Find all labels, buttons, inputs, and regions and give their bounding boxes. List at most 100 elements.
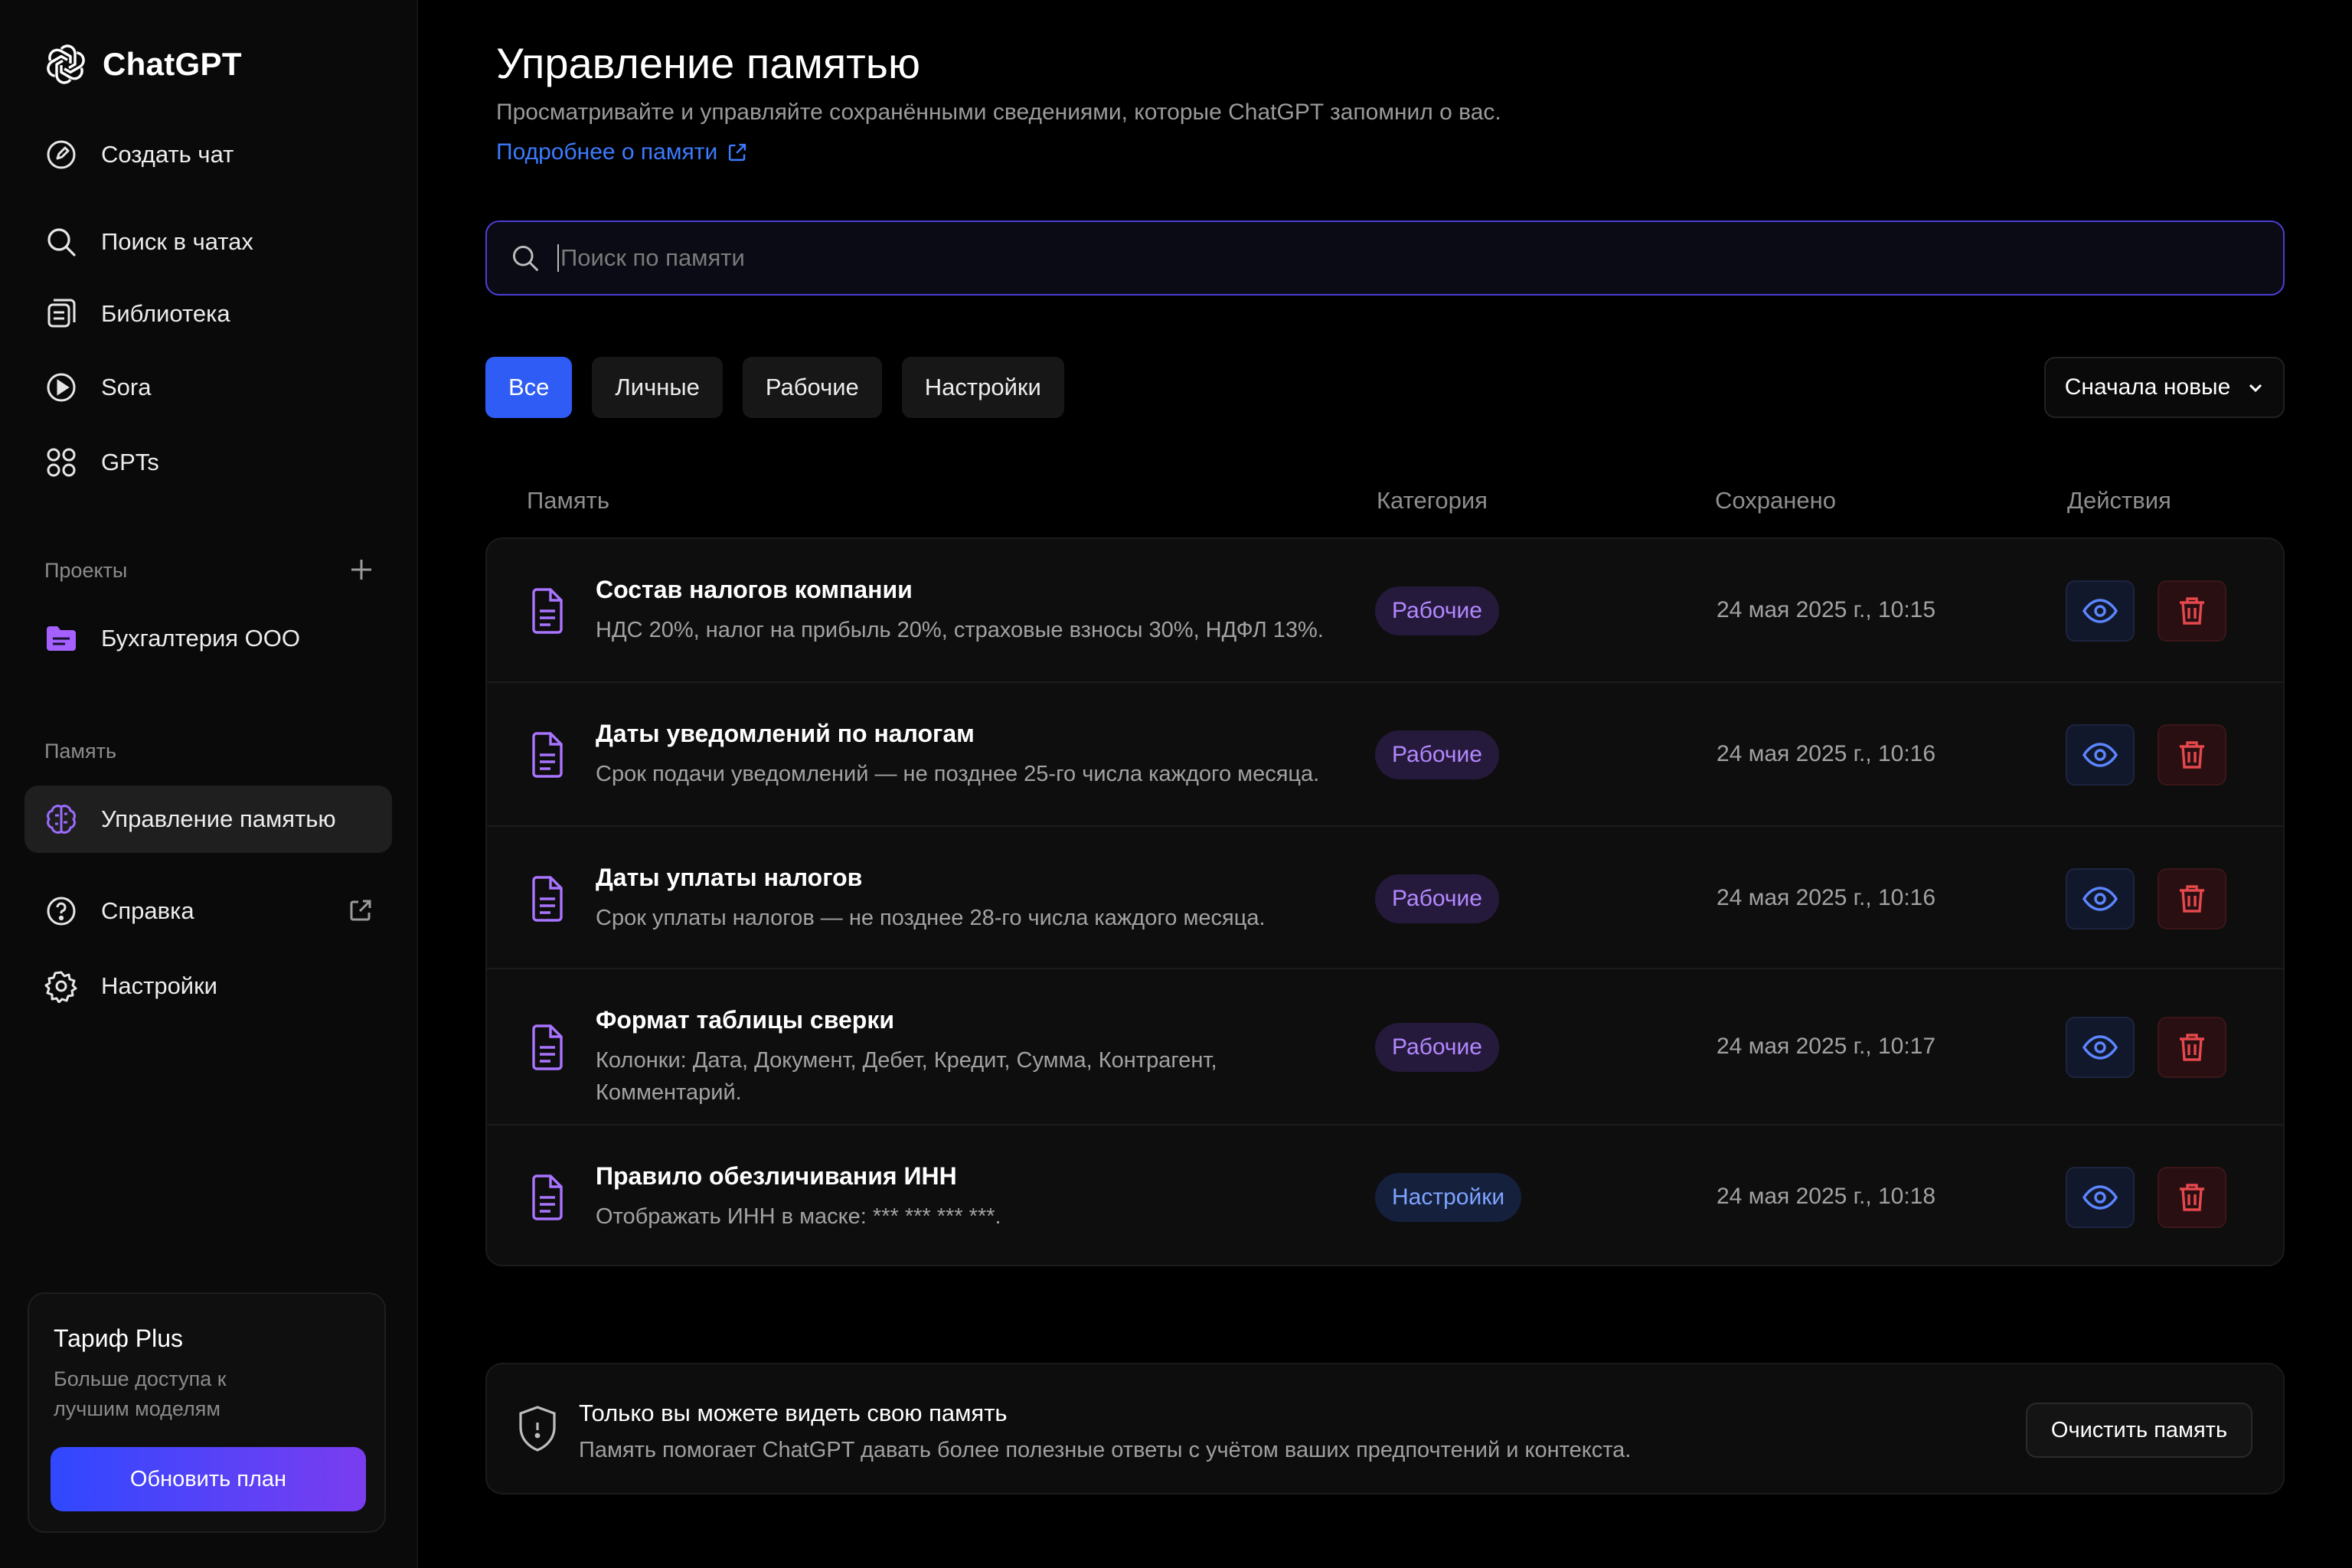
eye-icon <box>2082 1035 2118 1060</box>
saved-date: 24 мая 2025 г., 10:16 <box>1717 741 1936 766</box>
external-link-icon <box>729 143 746 162</box>
nav-new-chat[interactable]: Создать чат <box>44 132 234 178</box>
nav-manage-memory[interactable]: Управление памятью <box>44 796 336 842</box>
table-row: Правило обезличивания ИНН Отображать ИНН… <box>487 1125 2283 1265</box>
view-button[interactable] <box>2066 868 2135 929</box>
view-button[interactable] <box>2066 580 2135 642</box>
trash-icon <box>2180 1184 2204 1211</box>
search-icon <box>513 246 538 271</box>
tab-personal[interactable]: Личные <box>592 357 723 418</box>
memory-desc: Срок подачи уведомлений — не позднее 25-… <box>596 762 1320 786</box>
column-actions: Действия <box>2067 487 2171 514</box>
delete-button[interactable] <box>2158 1167 2226 1228</box>
shield-icon <box>519 1406 556 1452</box>
nav-label: Поиск в чатах <box>101 228 253 255</box>
sidebar: ChatGPT Создать чат Поиск в чатах Библио… <box>0 0 418 1568</box>
saved-date: 24 мая 2025 г., 10:16 <box>1717 885 1936 910</box>
memory-desc: Отображать ИНН в маске: *** *** *** ***. <box>596 1204 1001 1229</box>
delete-button[interactable] <box>2158 580 2226 642</box>
project-item[interactable]: Бухгалтерия ООО <box>44 616 300 662</box>
category-badge: Рабочие <box>1375 874 1499 923</box>
document-icon <box>532 588 563 634</box>
view-button[interactable] <box>2066 724 2135 786</box>
tab-settings[interactable]: Настройки <box>901 357 1064 418</box>
nav-library[interactable]: Библиотека <box>44 291 230 337</box>
sora-icon <box>47 373 76 402</box>
nav-help[interactable]: Справка <box>44 888 194 934</box>
clear-memory-button[interactable]: Очистить память <box>2026 1403 2252 1458</box>
saved-date: 24 мая 2025 г., 10:17 <box>1717 1034 1936 1059</box>
memory-desc: НДС 20%, налог на прибыль 20%, страховые… <box>596 618 1324 642</box>
column-saved: Сохранено <box>1715 487 1836 514</box>
trash-icon <box>2180 597 2204 625</box>
view-button[interactable] <box>2066 1167 2135 1228</box>
learn-more-label: Подробнее о памяти <box>496 139 718 165</box>
category-badge: Настройки <box>1375 1173 1522 1222</box>
project-label: Бухгалтерия ООО <box>101 625 301 652</box>
trash-icon <box>2180 885 2204 913</box>
trash-icon <box>2180 1034 2204 1061</box>
table-row: Формат таблицы сверки Колонки: Дата, Док… <box>487 969 2283 1125</box>
chevron-down-icon <box>2249 384 2262 393</box>
nav-label: Справка <box>101 897 194 924</box>
sort-dropdown[interactable]: Сначала новые <box>2044 357 2285 418</box>
document-icon <box>532 876 563 922</box>
memory-title: Формат таблицы сверки <box>596 1006 894 1034</box>
folder-icon <box>47 626 76 651</box>
eye-icon <box>2082 599 2118 623</box>
table-row: Состав налогов компании НДС 20%, налог н… <box>487 539 2283 683</box>
tab-work[interactable]: Рабочие <box>742 357 882 418</box>
memory-search[interactable] <box>485 220 2285 296</box>
delete-button[interactable] <box>2158 868 2226 929</box>
search-icon <box>47 228 76 256</box>
nav-settings[interactable]: Настройки <box>44 963 217 1009</box>
eye-icon <box>2082 1185 2118 1210</box>
search-input[interactable] <box>557 244 2165 272</box>
nav-label: Библиотека <box>101 300 230 327</box>
projects-heading: Проекты <box>44 559 128 582</box>
view-button[interactable] <box>2066 1017 2135 1078</box>
page-title: Управление памятью <box>496 39 920 87</box>
nav-label: Настройки <box>101 972 218 999</box>
document-icon <box>532 1024 563 1070</box>
add-project-icon[interactable] <box>348 556 375 583</box>
memory-title: Состав налогов компании <box>596 576 913 603</box>
column-memory: Память <box>527 487 609 514</box>
category-badge: Рабочие <box>1375 730 1499 779</box>
external-link-icon <box>350 900 371 921</box>
category-tabs: Все Личные Рабочие Настройки <box>485 357 1064 418</box>
library-icon <box>47 299 76 328</box>
document-icon <box>532 732 563 778</box>
saved-date: 24 мая 2025 г., 10:15 <box>1717 597 1936 622</box>
brand[interactable]: ChatGPT <box>44 43 242 86</box>
nav-gpts[interactable]: GPTs <box>44 439 159 485</box>
delete-button[interactable] <box>2158 724 2226 786</box>
nav-label: Создать чат <box>101 141 234 168</box>
brain-icon <box>47 805 76 834</box>
plan-desc: Больше доступа к лучшим моделям <box>54 1367 227 1420</box>
memory-title: Правило обезличивания ИНН <box>596 1162 957 1190</box>
memory-desc: Срок уплаты налогов — не позднее 28-го ч… <box>596 906 1266 930</box>
brand-name: ChatGPT <box>103 46 242 82</box>
trash-icon <box>2180 741 2204 769</box>
plan-card: Тариф Plus Больше доступа к лучшим модел… <box>28 1292 386 1533</box>
delete-button[interactable] <box>2158 1017 2226 1078</box>
nav-label: GPTs <box>101 449 159 475</box>
eye-icon <box>2082 887 2118 911</box>
saved-date: 24 мая 2025 г., 10:18 <box>1717 1184 1936 1209</box>
gpts-icon <box>47 448 76 477</box>
nav-label: Управление памятью <box>101 805 336 832</box>
memory-title: Даты уплаты налогов <box>596 864 863 891</box>
tab-all[interactable]: Все <box>485 357 573 418</box>
privacy-desc: Память помогает ChatGPT давать более пол… <box>579 1438 1632 1462</box>
new-chat-icon <box>47 140 76 169</box>
memory-table: Состав налогов компании НДС 20%, налог н… <box>485 537 2285 1266</box>
nav-search-chats[interactable]: Поиск в чатах <box>44 219 253 265</box>
learn-more-link[interactable]: Подробнее о памяти <box>496 139 748 165</box>
table-row: Даты уплаты налогов Срок уплаты налогов … <box>487 827 2283 969</box>
gear-icon <box>44 971 77 1003</box>
openai-logo-icon <box>47 44 85 84</box>
category-badge: Рабочие <box>1375 586 1499 635</box>
upgrade-plan-button[interactable]: Обновить план <box>51 1447 366 1511</box>
nav-sora[interactable]: Sora <box>44 364 151 410</box>
